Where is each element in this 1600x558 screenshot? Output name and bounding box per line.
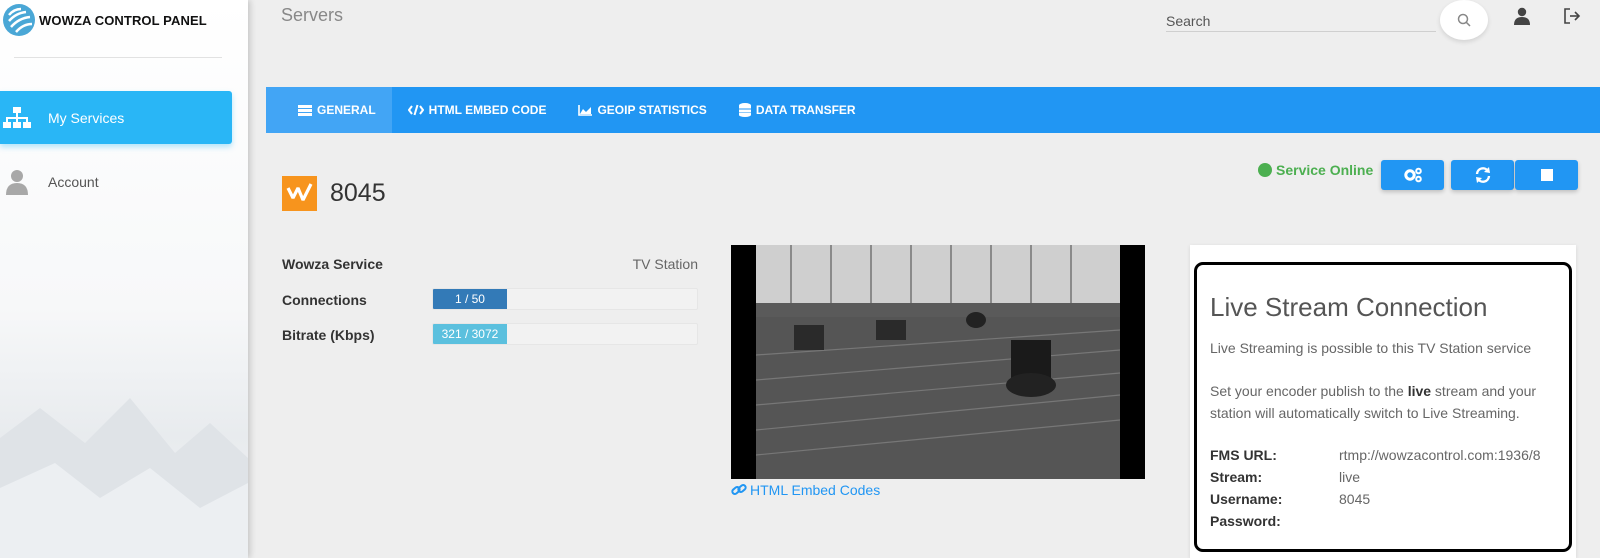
code-icon xyxy=(407,104,424,116)
stop-icon xyxy=(1540,169,1553,181)
bitrate-progress-bar: 321 / 3072 xyxy=(432,323,698,345)
search-input[interactable] xyxy=(1166,6,1426,32)
tab-label: DATA TRANSFER xyxy=(755,103,856,117)
live-stream-description: Live Streaming is possible to this TV St… xyxy=(1210,340,1532,356)
fms-url-value: rtmp://wowzacontrol.com:1936/8 xyxy=(1339,447,1541,463)
wowza-service-label: Wowza Service xyxy=(282,256,383,272)
sidebar-divider xyxy=(14,57,222,58)
service-name: 8045 xyxy=(330,179,386,207)
bitrate-progress-fill: 321 / 3072 xyxy=(433,324,507,344)
instructions-bold-text: live xyxy=(1407,383,1432,399)
brand-name: WOWZA CONTROL PANEL xyxy=(39,12,207,28)
logout-button[interactable] xyxy=(1560,4,1584,28)
page-title: Servers xyxy=(281,5,344,25)
tab-label: HTML EMBED CODE xyxy=(428,103,547,117)
bitrate-label: Bitrate (Kbps) xyxy=(282,327,375,343)
gears-icon xyxy=(1403,167,1422,183)
tab-geoip-statistics[interactable]: GEOIP STATISTICS xyxy=(562,87,722,133)
wowza-logo-icon xyxy=(3,4,35,36)
sidebar-item-account[interactable]: Account xyxy=(0,157,232,207)
restart-button[interactable] xyxy=(1451,160,1514,190)
bitrate-progress-text: 321 / 3072 xyxy=(441,327,499,341)
user-icon xyxy=(0,167,34,197)
area-chart-icon xyxy=(578,104,593,116)
stream-label: Stream: xyxy=(1210,469,1263,485)
profile-button[interactable] xyxy=(1510,4,1534,28)
sidebar-item-label: My Services xyxy=(48,109,125,126)
tab-bar: GENERAL HTML EMBED CODE GEOIP STATISTICS… xyxy=(266,87,1600,133)
stream-value: live xyxy=(1339,469,1361,485)
sidebar: WOWZA CONTROL PANEL My Services Account xyxy=(0,0,248,558)
tab-data-transfer[interactable]: DATA TRANSFER xyxy=(723,87,872,133)
mountain-background-image xyxy=(0,398,248,558)
connections-progress-bar: 1 / 50 xyxy=(432,288,698,310)
status-dot-icon xyxy=(1258,163,1272,177)
tab-label: GENERAL xyxy=(317,103,376,117)
search-field[interactable] xyxy=(1166,6,1436,32)
wowza-service-value: TV Station xyxy=(632,256,698,272)
video-player[interactable] xyxy=(731,245,1145,479)
video-frame-image xyxy=(731,245,1145,479)
live-stream-instructions: Set your encoder publish to the live str… xyxy=(1210,380,1562,424)
tab-general[interactable]: GENERAL xyxy=(266,87,392,133)
database-icon xyxy=(738,103,751,117)
tab-html-embed-code[interactable]: HTML EMBED CODE xyxy=(392,87,563,133)
list-icon xyxy=(298,104,312,116)
sidebar-item-label: Account xyxy=(48,174,99,190)
link-icon xyxy=(731,484,747,495)
connections-label: Connections xyxy=(282,292,367,308)
search-button[interactable] xyxy=(1440,0,1488,40)
live-stream-title: Live Stream Connection xyxy=(1210,292,1488,322)
user-icon xyxy=(1514,7,1530,25)
html-embed-codes-link[interactable]: HTML Embed Codes xyxy=(731,482,880,498)
service-status-badge: Service Online xyxy=(1258,162,1373,178)
embed-link-label: HTML Embed Codes xyxy=(750,482,881,498)
password-label: Password: xyxy=(1210,513,1281,529)
brand[interactable]: WOWZA CONTROL PANEL xyxy=(0,0,207,40)
sitemap-icon xyxy=(0,103,34,133)
connections-progress-text: 1 / 50 xyxy=(454,292,485,306)
refresh-icon xyxy=(1475,167,1490,183)
instructions-text: Set your encoder publish to the xyxy=(1210,383,1408,399)
search-icon xyxy=(1457,13,1471,27)
stop-button[interactable] xyxy=(1515,160,1578,190)
sidebar-item-my-services[interactable]: My Services xyxy=(0,91,232,144)
logout-icon xyxy=(1564,8,1581,24)
settings-button[interactable] xyxy=(1381,160,1444,190)
tab-label: GEOIP STATISTICS xyxy=(597,103,707,117)
username-label: Username: xyxy=(1210,491,1283,507)
connections-progress-fill: 1 / 50 xyxy=(433,289,507,309)
service-logo-icon xyxy=(282,176,317,211)
status-text: Service Online xyxy=(1276,162,1374,178)
username-value: 8045 xyxy=(1339,491,1371,507)
fms-url-label: FMS URL: xyxy=(1210,447,1277,463)
live-stream-panel: Live Stream Connection Live Streaming is… xyxy=(1194,262,1572,552)
